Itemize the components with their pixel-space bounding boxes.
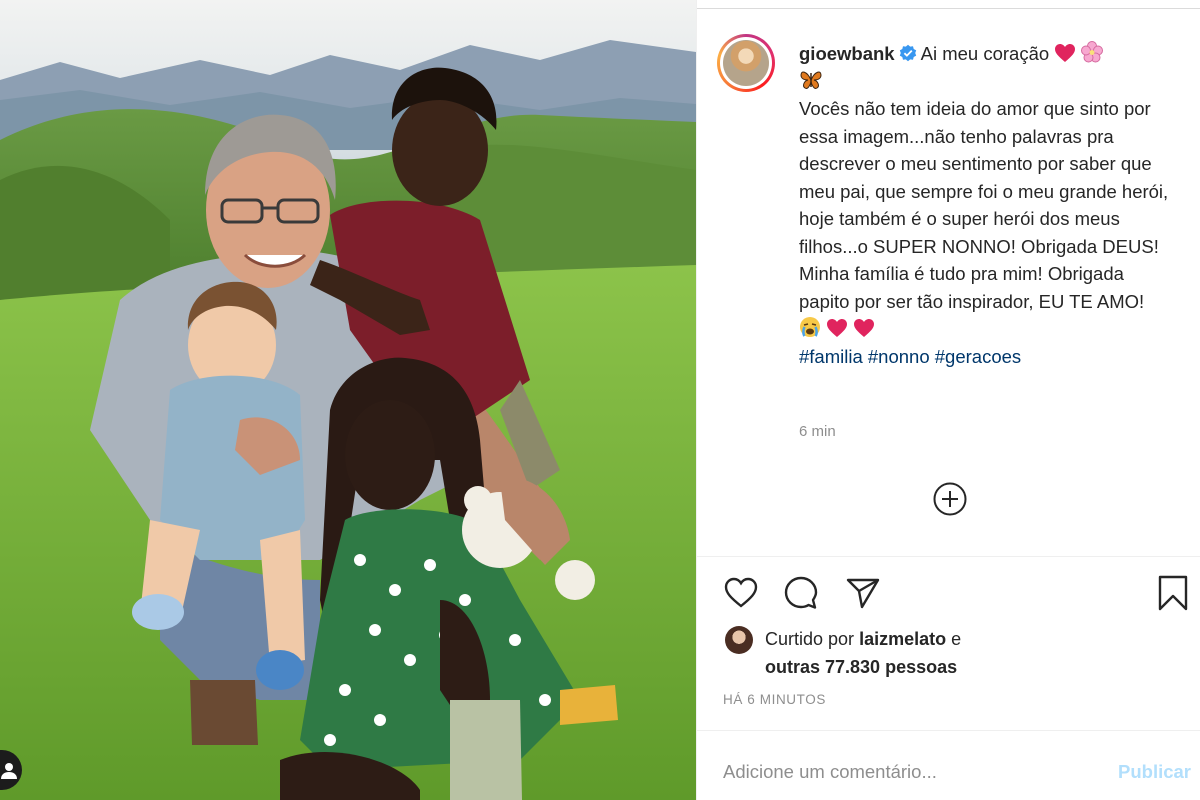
bookmark-icon <box>1158 575 1188 611</box>
action-bar <box>697 572 1200 614</box>
likes-count-link[interactable]: outras 77.830 pessoas <box>765 657 957 677</box>
user-tag-icon <box>1 763 17 779</box>
family-photo-illustration <box>0 0 696 800</box>
heart-outline-icon <box>724 577 758 608</box>
save-button[interactable] <box>1153 572 1193 614</box>
verified-badge-icon <box>899 44 916 62</box>
hashtag-link[interactable]: #familia <box>799 346 863 367</box>
section-divider <box>697 730 1200 731</box>
likes-summary: Curtido por laizmelato e outras 77.830 p… <box>765 625 1185 681</box>
author-username[interactable]: gioewbank <box>799 43 895 64</box>
share-button[interactable] <box>843 572 883 614</box>
post-timestamp[interactable]: HÁ 6 MINUTOS <box>723 692 826 707</box>
plus-circle-icon <box>933 482 967 516</box>
caption-time[interactable]: 6 min <box>799 423 836 440</box>
butterfly-emoji-icon <box>800 71 822 89</box>
panel-top-border <box>697 8 1200 9</box>
hashtag-list: #familia #nonno #geracoes <box>799 346 1021 367</box>
caption-body: Vocês não tem ideia do amor que sinto po… <box>799 95 1169 343</box>
caption-head: Ai meu coração <box>920 43 1050 64</box>
post-details-panel: gioewbank Ai meu coração Vocês não tem id… <box>696 0 1200 800</box>
publish-button[interactable]: Publicar <box>1107 758 1191 786</box>
like-button[interactable] <box>721 572 761 614</box>
hashtag-link[interactable]: #nonno <box>868 346 930 367</box>
load-more-comments-button[interactable] <box>933 482 967 516</box>
paper-plane-icon <box>846 578 880 609</box>
post-caption: gioewbank Ai meu coração Vocês não tem id… <box>799 40 1169 370</box>
liker-username[interactable]: laizmelato <box>859 629 946 649</box>
likes-connector: e <box>951 629 962 649</box>
red-heart-emoji-icon <box>854 319 875 337</box>
post-photo[interactable] <box>0 0 696 800</box>
comment-input[interactable] <box>723 758 1083 786</box>
likes-prefix: Curtido por <box>765 629 855 649</box>
author-avatar[interactable] <box>717 34 775 92</box>
red-heart-emoji-icon <box>827 319 848 337</box>
crying-face-emoji-icon <box>800 317 820 337</box>
liker-avatar[interactable] <box>725 626 753 654</box>
section-divider <box>697 556 1200 557</box>
comment-bubble-icon <box>784 576 818 609</box>
cherry-blossom-emoji-icon <box>1081 41 1104 63</box>
author-avatar-image <box>723 40 769 86</box>
comment-button[interactable] <box>781 572 821 614</box>
hashtag-link[interactable]: #geracoes <box>935 346 1021 367</box>
red-heart-emoji-icon <box>1055 44 1076 62</box>
